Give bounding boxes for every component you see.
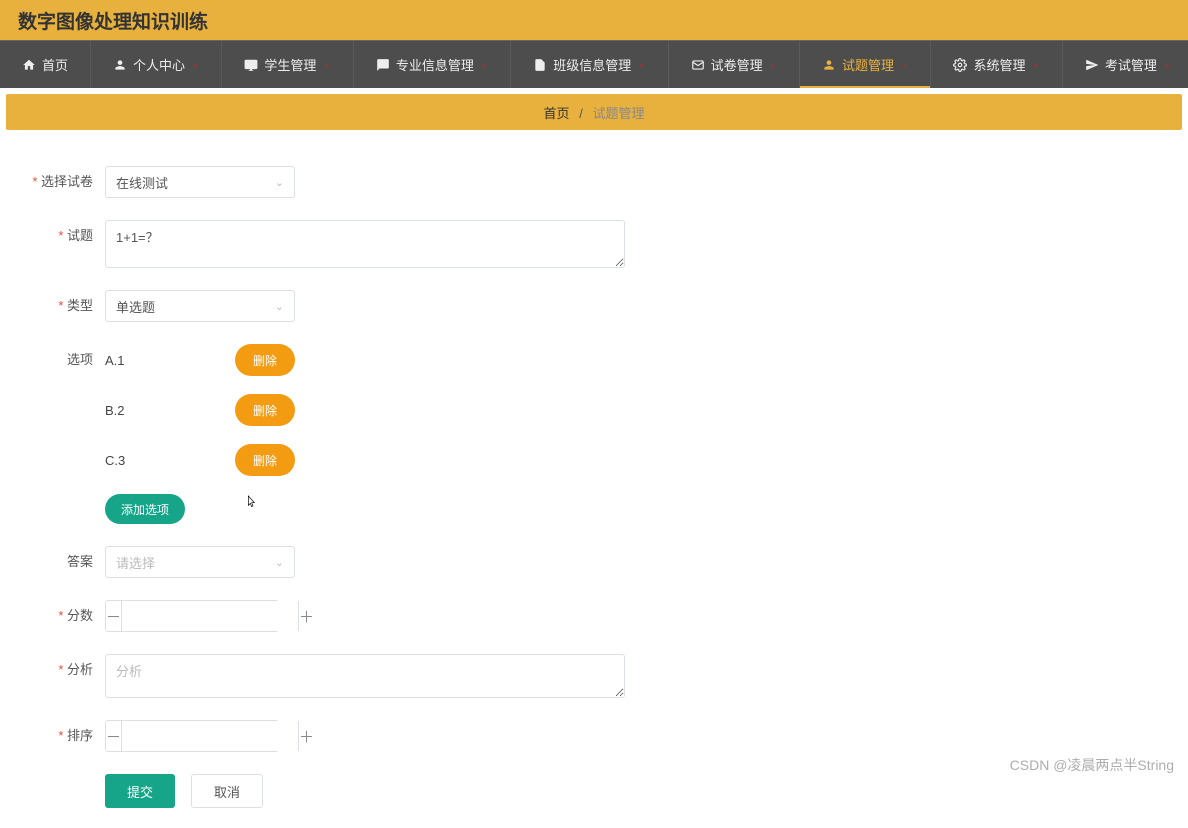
- app-header: 数字图像处理知识训练: [0, 0, 1188, 40]
- chat-icon: [376, 58, 390, 72]
- main-nav: 首页个人中心⌄学生管理⌄专业信息管理⌄班级信息管理⌄试卷管理⌄试题管理⌄系统管理…: [0, 40, 1188, 88]
- plus-button[interactable]: ＋: [298, 721, 314, 751]
- nav-label: 班级信息管理: [553, 55, 631, 74]
- breadcrumb-home[interactable]: 首页: [544, 106, 570, 121]
- question-label: 试题: [20, 220, 105, 252]
- app-title: 数字图像处理知识训练: [18, 7, 208, 34]
- option-row: A.1 删除: [105, 344, 295, 376]
- type-label: 类型: [20, 290, 105, 322]
- nav-label: 试题管理: [842, 55, 894, 74]
- home-icon: [22, 58, 36, 72]
- analysis-textarea[interactable]: [105, 654, 625, 698]
- doc-icon: [533, 58, 547, 72]
- chevron-down-icon: ⌄: [480, 59, 488, 70]
- answer-dropdown[interactable]: 请选择 ⌄: [105, 546, 295, 578]
- nav-item-1[interactable]: 个人中心 ⌄: [91, 41, 222, 88]
- nav-label: 系统管理: [973, 55, 1025, 74]
- answer-label: 答案: [20, 546, 105, 578]
- chevron-down-icon: ⌄: [275, 556, 284, 569]
- submit-button[interactable]: 提交: [105, 774, 175, 808]
- score-stepper[interactable]: － ＋: [105, 600, 279, 632]
- chevron-down-icon: ⌄: [1163, 59, 1171, 70]
- chevron-down-icon: ⌄: [322, 59, 330, 70]
- chevron-down-icon: ⌄: [275, 176, 284, 189]
- select-paper-label: 选择试卷: [20, 166, 105, 198]
- nav-item-8[interactable]: 考试管理 ⌄: [1063, 41, 1188, 88]
- cursor-icon: [243, 494, 259, 510]
- minus-button[interactable]: －: [106, 721, 122, 751]
- nav-label: 个人中心: [133, 55, 185, 74]
- breadcrumb: 首页 / 试题管理: [6, 94, 1182, 130]
- add-option-button[interactable]: 添加选项: [105, 494, 185, 524]
- minus-button[interactable]: －: [106, 601, 122, 631]
- chevron-down-icon: ⌄: [275, 300, 284, 313]
- chevron-down-icon: ⌄: [900, 59, 908, 70]
- options-label: 选项: [20, 344, 105, 376]
- nav-label: 试卷管理: [711, 55, 763, 74]
- nav-item-7[interactable]: 系统管理 ⌄: [931, 41, 1062, 88]
- sort-label: 排序: [20, 720, 105, 752]
- option-text: B.2: [105, 403, 145, 418]
- watermark: CSDN @凌晨两点半String: [1010, 755, 1174, 775]
- plane-icon: [1085, 58, 1099, 72]
- delete-option-button[interactable]: 删除: [235, 444, 295, 476]
- user-icon: [822, 58, 836, 72]
- score-label: 分数: [20, 600, 105, 632]
- nav-label: 考试管理: [1105, 55, 1157, 74]
- mail-icon: [691, 58, 705, 72]
- user-icon: [113, 58, 127, 72]
- nav-item-4[interactable]: 班级信息管理 ⌄: [511, 41, 668, 88]
- nav-label: 首页: [42, 55, 68, 74]
- sort-input[interactable]: [122, 721, 298, 751]
- analysis-label: 分析: [20, 654, 105, 686]
- breadcrumb-sep: /: [579, 106, 583, 121]
- select-paper-dropdown[interactable]: 在线测试 ⌄: [105, 166, 295, 198]
- option-row: C.3 删除: [105, 444, 295, 476]
- option-row: B.2 删除: [105, 394, 295, 426]
- type-dropdown[interactable]: 单选题 ⌄: [105, 290, 295, 322]
- question-form: 选择试卷 在线测试 ⌄ 试题 类型 单选题 ⌄ 选项 A.1删除B.2删除C.3…: [0, 136, 700, 828]
- cancel-button[interactable]: 取消: [191, 774, 263, 808]
- chevron-down-icon: ⌄: [637, 59, 645, 70]
- breadcrumb-current: 试题管理: [592, 106, 644, 121]
- score-input[interactable]: [122, 601, 298, 631]
- nav-item-6[interactable]: 试题管理 ⌄: [800, 41, 931, 88]
- plus-button[interactable]: ＋: [298, 601, 314, 631]
- question-textarea[interactable]: [105, 220, 625, 268]
- nav-label: 学生管理: [264, 55, 316, 74]
- option-text: A.1: [105, 353, 145, 368]
- gear-icon: [953, 58, 967, 72]
- chevron-down-icon: ⌄: [769, 59, 777, 70]
- monitor-icon: [244, 58, 258, 72]
- delete-option-button[interactable]: 删除: [235, 394, 295, 426]
- nav-label: 专业信息管理: [396, 55, 474, 74]
- nav-item-2[interactable]: 学生管理 ⌄: [222, 41, 353, 88]
- chevron-down-icon: ⌄: [191, 59, 199, 70]
- nav-item-0[interactable]: 首页: [0, 41, 91, 88]
- delete-option-button[interactable]: 删除: [235, 344, 295, 376]
- option-text: C.3: [105, 453, 145, 468]
- chevron-down-icon: ⌄: [1031, 59, 1039, 70]
- nav-item-3[interactable]: 专业信息管理 ⌄: [354, 41, 511, 88]
- nav-item-5[interactable]: 试卷管理 ⌄: [669, 41, 800, 88]
- sort-stepper[interactable]: － ＋: [105, 720, 279, 752]
